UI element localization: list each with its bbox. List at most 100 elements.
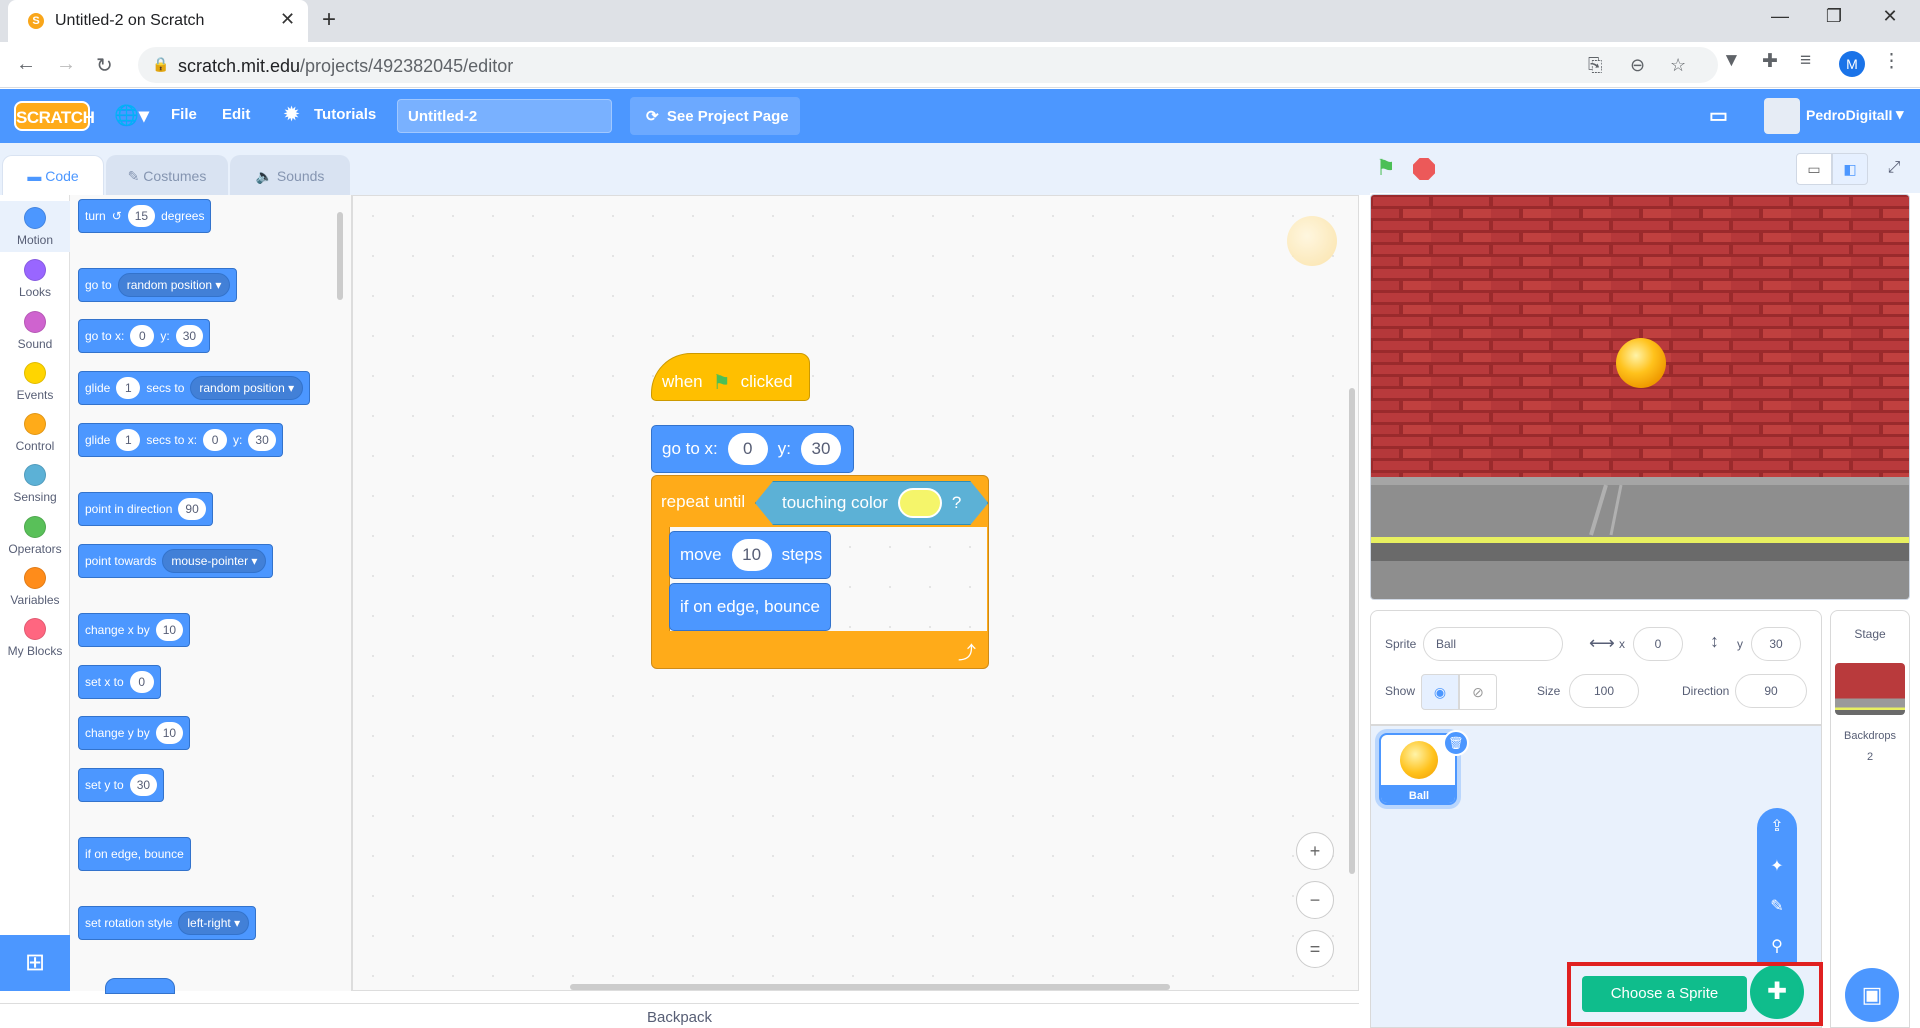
omnibox[interactable]: 🔒 scratch.mit.edu/projects/492382045/edi… xyxy=(138,47,1718,83)
backpack-bar[interactable]: Backpack xyxy=(0,1003,1359,1028)
touching-color-swatch[interactable] xyxy=(898,488,942,518)
category-control[interactable]: Control xyxy=(0,407,70,453)
add-extension-button[interactable]: ⊞ xyxy=(0,935,70,991)
if-on-edge-bounce-block[interactable]: if on edge, bounce xyxy=(669,583,831,631)
palette-gotoxy-block[interactable]: go to x: 0 y: 30 xyxy=(78,319,211,353)
palette-set-x-block[interactable]: set x to 0 xyxy=(78,665,161,699)
category-events[interactable]: Events xyxy=(0,356,70,402)
palette-point-towards-block[interactable]: point towards mouse-pointer ▾ xyxy=(78,544,274,578)
palette-goto-block[interactable]: go to random position ▾ xyxy=(78,268,238,302)
menu-tutorials[interactable]: Tutorials xyxy=(314,106,376,123)
x-input[interactable]: 0 xyxy=(1633,627,1683,661)
category-looks[interactable]: Looks xyxy=(0,253,70,299)
close-window-icon[interactable]: ✕ xyxy=(1870,6,1910,27)
tab-sounds[interactable]: 🔈 Sounds xyxy=(230,155,350,195)
palette-change-x-block[interactable]: change x by 10 xyxy=(78,613,191,647)
code-workspace[interactable]: when ⚑ clicked go to x: 0 y: 30 repeat u… xyxy=(352,195,1359,991)
translate-icon[interactable]: ⎘ xyxy=(1588,55,1602,76)
stage-target-panel[interactable]: Stage Backdrops 2 xyxy=(1830,610,1910,1028)
bookmark-star-icon[interactable]: ☆ xyxy=(1670,55,1686,76)
workspace-vertical-scrollbar[interactable] xyxy=(1349,388,1355,874)
large-stage-icon[interactable]: ◧ xyxy=(1832,153,1868,185)
set-x-input[interactable]: 0 xyxy=(129,671,154,693)
palette-glide-random-block[interactable]: glide 1 secs to random position ▾ xyxy=(78,371,311,405)
glide-dropdown[interactable]: random position ▾ xyxy=(190,376,304,400)
username[interactable]: PedroDigitalI xyxy=(1806,107,1892,123)
set-y-input[interactable]: 30 xyxy=(129,774,158,796)
goto-dropdown[interactable]: random position ▾ xyxy=(117,273,231,297)
palette-partial-block[interactable] xyxy=(105,978,175,994)
user-avatar[interactable] xyxy=(1764,98,1800,134)
chrome-menu-icon[interactable]: ⋮ xyxy=(1882,50,1901,73)
upload-sprite-icon[interactable]: ⇪ xyxy=(1757,816,1797,836)
gotoxy-y-input[interactable]: 30 xyxy=(175,325,204,347)
category-sensing[interactable]: Sensing xyxy=(0,458,70,504)
back-icon[interactable]: ← xyxy=(16,53,36,76)
move-steps-input[interactable]: 10 xyxy=(731,539,772,571)
menu-edit[interactable]: Edit xyxy=(222,106,250,123)
glide1-secs-input[interactable]: 1 xyxy=(116,377,141,399)
forward-icon[interactable]: → xyxy=(56,53,76,76)
my-stuff-folder-icon[interactable]: ▭ xyxy=(1709,103,1728,128)
palette-glide-xy-block[interactable]: glide 1 secs to x: 0 y: 30 xyxy=(78,423,283,457)
choose-backdrop-button[interactable]: ▣ xyxy=(1845,968,1899,1022)
project-title-input[interactable]: Untitled-2 xyxy=(397,99,612,133)
extension-icon[interactable]: ▼ xyxy=(1722,50,1741,72)
when-flag-clicked-block[interactable]: when ⚑ clicked xyxy=(651,353,810,401)
zoom-icon[interactable]: ⊖ xyxy=(1630,55,1645,76)
turn-input[interactable]: 15 xyxy=(127,205,156,227)
category-my-blocks[interactable]: My Blocks xyxy=(0,612,70,658)
zoom-out-button[interactable]: − xyxy=(1296,881,1334,919)
tab-code[interactable]: ▬ Code xyxy=(2,155,104,195)
glide2-x-input[interactable]: 0 xyxy=(203,429,228,451)
palette-bounce-block[interactable]: if on edge, bounce xyxy=(78,837,191,871)
gotoxy-x-input[interactable]: 0 xyxy=(130,325,155,347)
account-chevron-down-icon[interactable]: ▾ xyxy=(1896,105,1904,123)
palette-turn-block[interactable]: turn ↺ 15 degrees xyxy=(78,199,212,233)
palette-set-y-block[interactable]: set y to 30 xyxy=(78,768,165,802)
stop-sign-icon[interactable] xyxy=(1413,158,1435,180)
profile-avatar[interactable]: M xyxy=(1839,51,1865,77)
move-steps-block[interactable]: move 10 steps xyxy=(669,531,831,579)
touching-color-block[interactable]: touching color ? xyxy=(755,481,988,525)
workspace-horizontal-scrollbar[interactable] xyxy=(570,984,1170,990)
menu-file[interactable]: File xyxy=(171,106,197,123)
close-tab-icon[interactable]: ✕ xyxy=(280,9,295,30)
point-towards-dropdown[interactable]: mouse-pointer ▾ xyxy=(162,549,267,573)
glide2-secs-input[interactable]: 1 xyxy=(116,429,141,451)
direction-input[interactable]: 90 xyxy=(178,498,206,520)
browser-tab[interactable]: S Untitled-2 on Scratch ✕ xyxy=(8,0,308,42)
minimize-icon[interactable]: — xyxy=(1760,6,1800,27)
goto-x-input[interactable]: 0 xyxy=(727,433,768,465)
change-y-input[interactable]: 10 xyxy=(155,722,184,744)
reload-icon[interactable]: ↻ xyxy=(96,53,113,78)
category-operators[interactable]: Operators xyxy=(0,510,70,556)
tab-costumes[interactable]: ✎ Costumes xyxy=(106,155,228,195)
palette-point-direction-block[interactable]: point in direction 90 xyxy=(78,492,213,526)
palette-rotation-style-block[interactable]: set rotation style left-right ▾ xyxy=(78,906,257,940)
search-sprite-icon[interactable]: ⚲ xyxy=(1757,936,1797,956)
category-variables[interactable]: Variables xyxy=(0,561,70,607)
goto-y-input[interactable]: 30 xyxy=(801,433,841,465)
zoom-reset-button[interactable]: = xyxy=(1296,930,1334,968)
puzzle-icon[interactable]: ✚ xyxy=(1762,50,1778,73)
category-motion[interactable]: Motion xyxy=(0,201,70,252)
direction-input[interactable]: 90 xyxy=(1735,674,1807,708)
rotation-style-dropdown[interactable]: left-right ▾ xyxy=(178,911,250,935)
sprite-name-input[interactable]: Ball xyxy=(1423,627,1563,661)
zoom-in-button[interactable]: + xyxy=(1296,832,1334,870)
hide-eye-icon[interactable]: ⊘ xyxy=(1459,674,1497,710)
goto-xy-block[interactable]: go to x: 0 y: 30 xyxy=(651,425,854,473)
scratch-logo[interactable]: SCRATCH xyxy=(14,101,95,131)
small-stage-icon[interactable]: ▭ xyxy=(1796,153,1832,185)
glide2-y-input[interactable]: 30 xyxy=(248,429,276,451)
show-eye-icon[interactable]: ◉ xyxy=(1421,674,1459,710)
green-flag-run-icon[interactable]: ⚑ xyxy=(1376,155,1396,181)
new-tab-icon[interactable]: + xyxy=(322,6,336,34)
media-icon[interactable]: ≡ xyxy=(1800,50,1811,72)
stage-canvas[interactable] xyxy=(1370,194,1910,600)
paint-sprite-icon[interactable]: ✎ xyxy=(1757,896,1797,916)
palette-change-y-block[interactable]: change y by 10 xyxy=(78,716,191,750)
delete-sprite-trash-icon[interactable]: 🗑 xyxy=(1443,730,1469,756)
surprise-sprite-icon[interactable]: ✦ xyxy=(1757,856,1797,876)
